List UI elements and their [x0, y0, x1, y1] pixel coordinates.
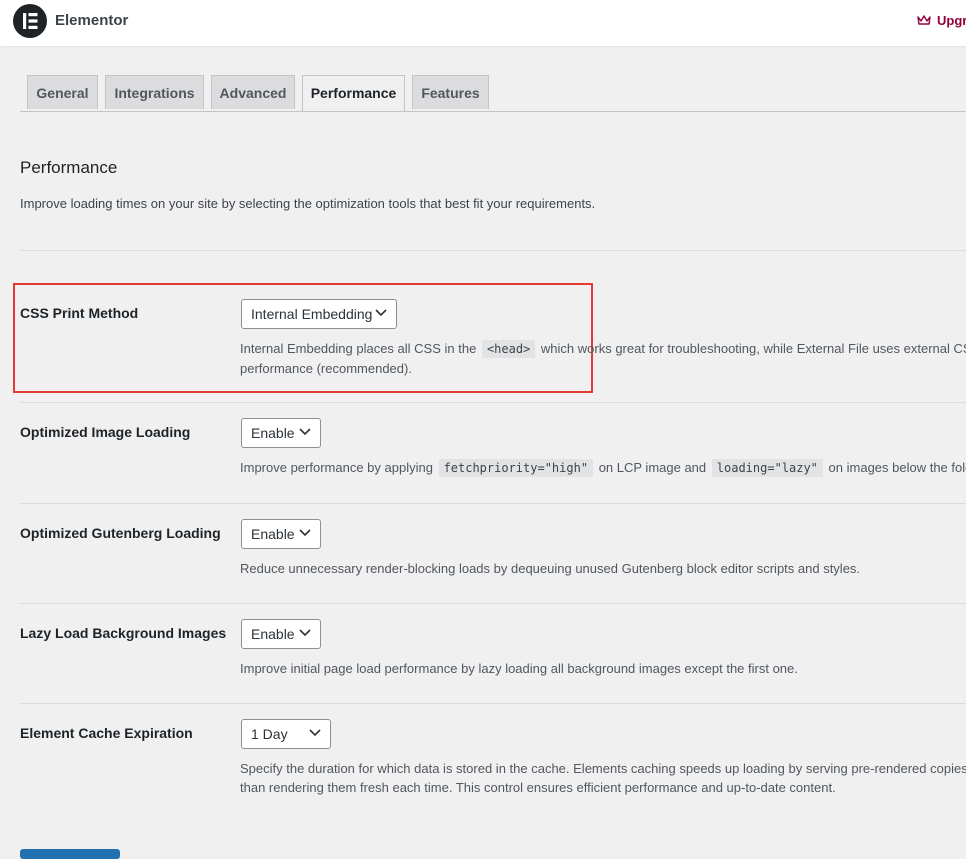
optimized-gutenberg-loading-description: Reduce unnecessary render-blocking loads… — [240, 561, 861, 576]
upgrade-label: Upgr — [937, 13, 966, 28]
cache-desc-line1: Specify the duration for which data is s… — [240, 761, 966, 776]
chevron-down-icon — [375, 309, 387, 317]
image-desc-text: Improve performance by applying — [240, 460, 433, 475]
element-cache-expiration-value: 1 Day — [251, 726, 288, 742]
css-print-method-select[interactable]: Internal Embedding — [241, 299, 397, 329]
css-print-desc-text: Internal Embedding places all CSS in the — [240, 341, 477, 356]
css-print-method-value: Internal Embedding — [251, 306, 373, 322]
element-cache-expiration-select[interactable]: 1 Day — [241, 719, 331, 749]
optimized-image-loading-value: Enable — [251, 425, 295, 441]
tab-advanced[interactable]: Advanced — [211, 75, 295, 109]
save-changes-button[interactable] — [20, 849, 120, 859]
chevron-down-icon — [299, 629, 311, 637]
element-cache-expiration-description: Specify the duration for which data is s… — [240, 759, 966, 797]
section-divider — [20, 250, 966, 251]
optimized-gutenberg-loading-select[interactable]: Enable — [241, 519, 321, 549]
optimized-image-loading-select[interactable]: Enable — [241, 418, 321, 448]
css-print-desc-line2: performance (recommended). — [240, 361, 412, 376]
upgrade-link[interactable]: Upgr — [917, 13, 966, 28]
chevron-down-icon — [309, 729, 321, 737]
top-bar: Elementor Upgr — [0, 0, 966, 46]
fetchpriority-code: fetchpriority="high" — [438, 459, 594, 477]
tab-integrations[interactable]: Integrations — [105, 75, 204, 109]
tab-features[interactable]: Features — [412, 75, 489, 109]
settings-tabs: General Integrations Advanced Performanc… — [20, 75, 966, 112]
tab-performance[interactable]: Performance — [302, 75, 405, 111]
crown-icon — [917, 15, 931, 25]
chevron-down-icon — [299, 529, 311, 537]
element-cache-expiration-label: Element Cache Expiration — [20, 725, 193, 741]
optimized-image-loading-label: Optimized Image Loading — [20, 424, 191, 440]
image-desc-text-2: on LCP image and — [598, 460, 707, 475]
lazy-load-background-images-description: Improve initial page load performance by… — [240, 661, 798, 676]
loading-lazy-code: loading="lazy" — [711, 459, 823, 477]
row-divider — [20, 603, 966, 604]
section-description: Improve loading times on your site by se… — [20, 196, 596, 211]
row-divider — [20, 503, 966, 504]
elementor-logo-icon — [13, 4, 47, 38]
css-print-method-description: Internal Embedding places all CSS in the… — [240, 339, 966, 378]
optimized-image-loading-description: Improve performance by applying fetchpri… — [240, 458, 966, 478]
lazy-load-background-images-value: Enable — [251, 626, 295, 642]
cache-desc-line2: than rendering them fresh each time. Thi… — [240, 780, 836, 795]
section-title: Performance — [20, 158, 118, 177]
optimized-gutenberg-loading-value: Enable — [251, 526, 295, 542]
head-code: <head> — [481, 340, 536, 358]
css-print-desc-text-2: which works great for troubleshooting, w… — [540, 341, 966, 356]
lazy-load-background-images-label: Lazy Load Background Images — [20, 625, 227, 641]
chevron-down-icon — [299, 428, 311, 436]
brand-name: Elementor — [55, 12, 129, 29]
css-print-method-label: CSS Print Method — [20, 305, 139, 321]
optimized-gutenberg-loading-label: Optimized Gutenberg Loading — [20, 525, 221, 541]
image-desc-text-3: on images below the fold. — [828, 460, 966, 475]
tab-general[interactable]: General — [27, 75, 98, 109]
row-divider — [20, 703, 966, 704]
lazy-load-background-images-select[interactable]: Enable — [241, 619, 321, 649]
row-divider — [20, 402, 966, 403]
